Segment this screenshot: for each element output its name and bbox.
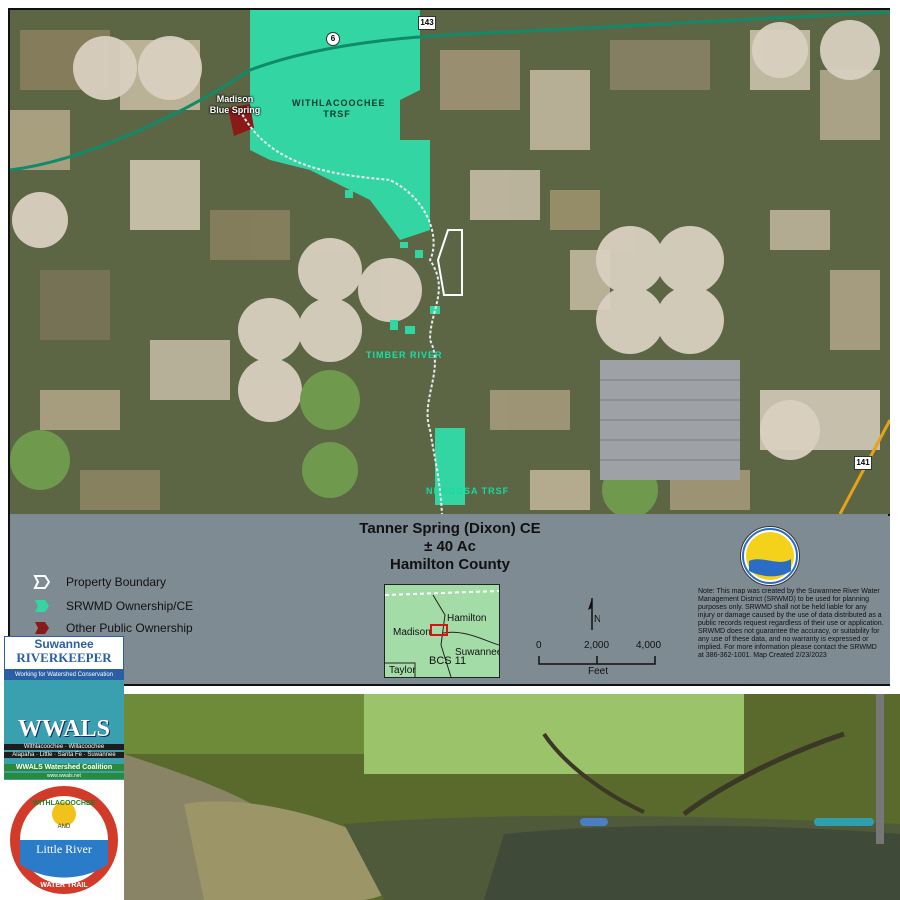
inset-bcs-label: BCS 11 xyxy=(429,655,467,667)
withlacoochee-trsf-label: WITHLACOOCHEE TRSF xyxy=(292,98,386,119)
riverkeeper-tagline: Working for Watershed Conservation xyxy=(4,670,124,680)
disclaimer-note: Note: This map was created by the Suwann… xyxy=(698,588,884,659)
wwals-title: WWALS xyxy=(17,716,111,742)
scale-tick-2000: 2,000 xyxy=(584,640,610,651)
river-photo xyxy=(124,694,900,900)
riverkeeper-bottom: RIVERKEEPER xyxy=(16,650,112,665)
aerial-imagery xyxy=(10,10,890,514)
legend-label: Property Boundary xyxy=(66,575,167,589)
riverkeeper-top: Suwannee xyxy=(34,637,94,651)
riverkeeper-logo: Suwannee RIVERKEEPER xyxy=(4,636,124,670)
legend-property-boundary: Property Boundary xyxy=(32,572,166,592)
north-arrow-icon: N xyxy=(584,596,601,632)
inset-madison-label: Madison xyxy=(393,627,431,638)
nekoosa-trsf-label: NEKOOSA TRSF xyxy=(426,486,510,496)
inset-hamilton-label: Hamilton xyxy=(447,613,487,624)
legend-label: Other Public Ownership xyxy=(66,621,193,635)
wwals-logo: WWALS Withlacoochee · Willacoochee Alapa… xyxy=(4,680,124,780)
water-trail-logo: WITHLACOOCHEE AND Little River WATER TRA… xyxy=(4,784,124,896)
scale-bar: 0 2,000 4,000 Feet xyxy=(530,640,680,680)
inset-taylor-label: Taylor xyxy=(389,665,416,676)
trail-bottom: WATER TRAIL xyxy=(40,882,88,889)
wwals-rivers-1: Withlacoochee · Willacoochee xyxy=(4,744,124,750)
route-6-shield: 6 xyxy=(326,32,340,46)
logo-column: Suwannee RIVERKEEPER Working for Watersh… xyxy=(4,636,124,898)
legend-label: SRWMD Ownership/CE xyxy=(66,599,194,613)
scale-unit: Feet xyxy=(588,666,609,677)
scale-tick-4000: 4,000 xyxy=(636,640,662,651)
trail-mid: Little River xyxy=(36,842,92,856)
legend-srwmd: SRWMD Ownership/CE xyxy=(32,596,193,616)
wwals-coalition: WWALS Watershed Coalition xyxy=(4,764,124,771)
trail-top: WITHLACOOCHEE xyxy=(32,800,96,807)
srwmd-seal-logo xyxy=(740,526,800,586)
scale-tick-0: 0 xyxy=(536,640,542,651)
trail-and: AND xyxy=(57,824,71,830)
route-143-shield: 143 xyxy=(418,16,436,30)
svg-text:N: N xyxy=(594,614,600,625)
legend-other-public: Other Public Ownership xyxy=(32,618,193,638)
aerial-map[interactable]: WITHLACOOCHEE TRSF TIMBER RIVER NEKOOSA … xyxy=(10,10,890,514)
madison-blue-spring-label: Madison Blue Spring xyxy=(209,94,261,115)
property-boundary-symbol-icon xyxy=(33,575,51,589)
river-scene-image xyxy=(124,694,900,900)
wwals-rivers-2: Alapaha · Little · Santa Fe · Suwannee xyxy=(4,752,124,758)
inset-location-box xyxy=(430,624,448,636)
legend-panel: Tanner Spring (Dixon) CE ± 40 Ac Hamilto… xyxy=(10,516,890,684)
route-141-shield: 141 xyxy=(854,456,872,470)
locator-inset-map: Hamilton Madison Suwannee BCS 11 Taylor xyxy=(384,584,500,678)
public-symbol-icon xyxy=(35,622,49,634)
wwals-url: www.wwals.net xyxy=(4,773,124,779)
timber-river-label: TIMBER RIVER xyxy=(366,350,443,360)
srwmd-symbol-icon xyxy=(35,600,49,612)
